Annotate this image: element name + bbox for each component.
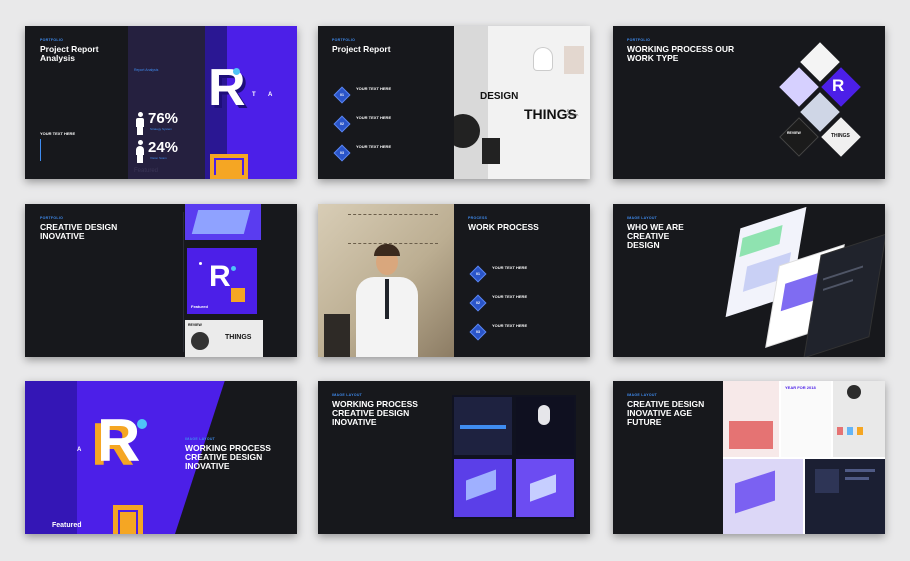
r-letter-logo: R [832,76,845,95]
item-label-3: YOUR TEXT HERE [356,144,392,149]
letter-a: A [77,447,82,453]
for-people-text: For People. [567,109,579,117]
slide-title: Project Report [332,44,391,54]
slide-kicker: PORTFOLIO [40,216,64,220]
item-label-2: YOUR TEXT HERE [492,294,528,299]
slide-project-report-analysis[interactable]: PORTFOLIO Project Report Analysis YOUR T… [25,26,297,179]
slide-who-we-are[interactable]: IMAGE LAYOUT WHO WE ARE CREATIVE DESIGN [613,204,885,357]
accent-line [40,139,41,161]
isometric-screens [713,206,885,357]
slide-title: Project Report Analysis [40,44,99,63]
ui-screen-thumbnail [185,204,261,240]
slide-kicker: PORTFOLIO [627,38,651,42]
item-label-1: YOUR TEXT HERE [492,265,528,270]
lamp-shape [534,48,552,70]
diamond-collage: R REVIEW THINGS [765,42,885,164]
slide-title: WORKING PROCESS CREATIVE DESIGN INOVATIV… [332,399,418,427]
website-collage: YEAR FOR 2018 [723,381,885,534]
stat-label-1: Strategy System [150,127,173,131]
slide-title: WORKING PROCESS OUR WORK TYPE [627,44,735,63]
number-diamond-3: 03 [333,144,351,162]
number-diamond-3: 03 [469,323,487,341]
design-word: DESIGN [480,91,519,102]
male-person-icon [136,112,144,135]
stat-label-2: Vision Scam [150,156,167,160]
slide-creative-design-inovative[interactable]: PORTFOLIO CREATIVE DESIGN INOVATIVE R Fe… [25,204,297,357]
review-label: REVIEW [787,131,801,135]
year-title: YEAR FOR 2018 [785,385,816,390]
item-label-1: YOUR TEXT HERE [356,86,392,91]
r-letter-logo: R [209,260,231,293]
stat-value-2: 24% [148,139,179,156]
slide-kicker: IMAGE LAYOUT [627,216,658,220]
slide-project-report[interactable]: PORTFOLIO Project Report 01 YOUR TEXT HE… [318,26,590,179]
female-person-icon [136,140,144,163]
r-letter-logo: R [97,407,141,474]
slide-title: WHO WE ARE CREATIVE DESIGN [627,222,684,250]
number-diamond-1: 01 [469,265,487,283]
letter-a: A [268,92,273,98]
slide-kicker: PROCESS [468,216,488,220]
item-label-3: YOUR TEXT HERE [492,323,528,328]
slide-working-process-creative[interactable]: R A Featured IMAGE LAYOUT WORKING PROCES… [25,381,297,534]
slide-creative-design-future[interactable]: IMAGE LAYOUT CREATIVE DESIGN INOVATIVE A… [613,381,885,534]
brand-thumbnail: R Featured [187,248,257,314]
slide-kicker: IMAGE LAYOUT [627,393,658,397]
slide-title: CREATIVE DESIGN INOVATIVE AGE FUTURE [627,399,705,427]
slide-subhead: YOUR TEXT HERE [40,131,76,136]
design-things-image: DESIGN THINGS For People. [454,26,590,179]
screen-grid [452,395,576,519]
accent-dot [233,68,240,75]
slide-kicker: IMAGE LAYOUT [185,437,216,441]
number-diamond-1: 01 [333,86,351,104]
side-title: Report Analysis [134,68,159,72]
slide-kicker: PORTFOLIO [40,38,64,42]
accent-dot [137,419,147,429]
slide-kicker: IMAGE LAYOUT [332,393,363,397]
slide-work-process[interactable]: PROCESS WORK PROCESS 01 YOUR TEXT HERE 0… [318,204,590,357]
review-label: REVIEW [188,323,202,327]
slide-working-process-work-type[interactable]: PORTFOLIO WORKING PROCESS OUR WORK TYPE … [613,26,885,179]
number-diamond-2: 02 [333,115,351,133]
slide-working-process-inovative[interactable]: IMAGE LAYOUT WORKING PROCESS CREATIVE DE… [318,381,590,534]
featured-label: Featured [191,304,208,309]
slide-title: CREATIVE DESIGN INOVATIVE [40,222,118,241]
slide-kicker: PORTFOLIO [332,38,356,42]
item-label-2: YOUR TEXT HERE [356,115,392,120]
featured-watermark: Featured [134,168,159,174]
letter-t: T [252,92,256,98]
stripes [214,158,244,175]
stat-value-1: 76% [148,110,179,127]
slide-title: WORKING PROCESS CREATIVE DESIGN INOVATIV… [185,443,271,471]
review-things-thumbnail: REVIEW THINGS [185,320,263,357]
things-label: THINGS [225,334,252,341]
number-diamond-2: 02 [469,294,487,312]
featured-label: Featured [52,522,82,529]
stats-panel: Report Analysis 76% Strategy System 24% … [128,26,205,179]
things-label: THINGS [831,133,850,139]
slide-title: WORK PROCESS [468,222,539,232]
presenter-photo [318,204,454,357]
brand-panel: R T A [205,26,297,179]
